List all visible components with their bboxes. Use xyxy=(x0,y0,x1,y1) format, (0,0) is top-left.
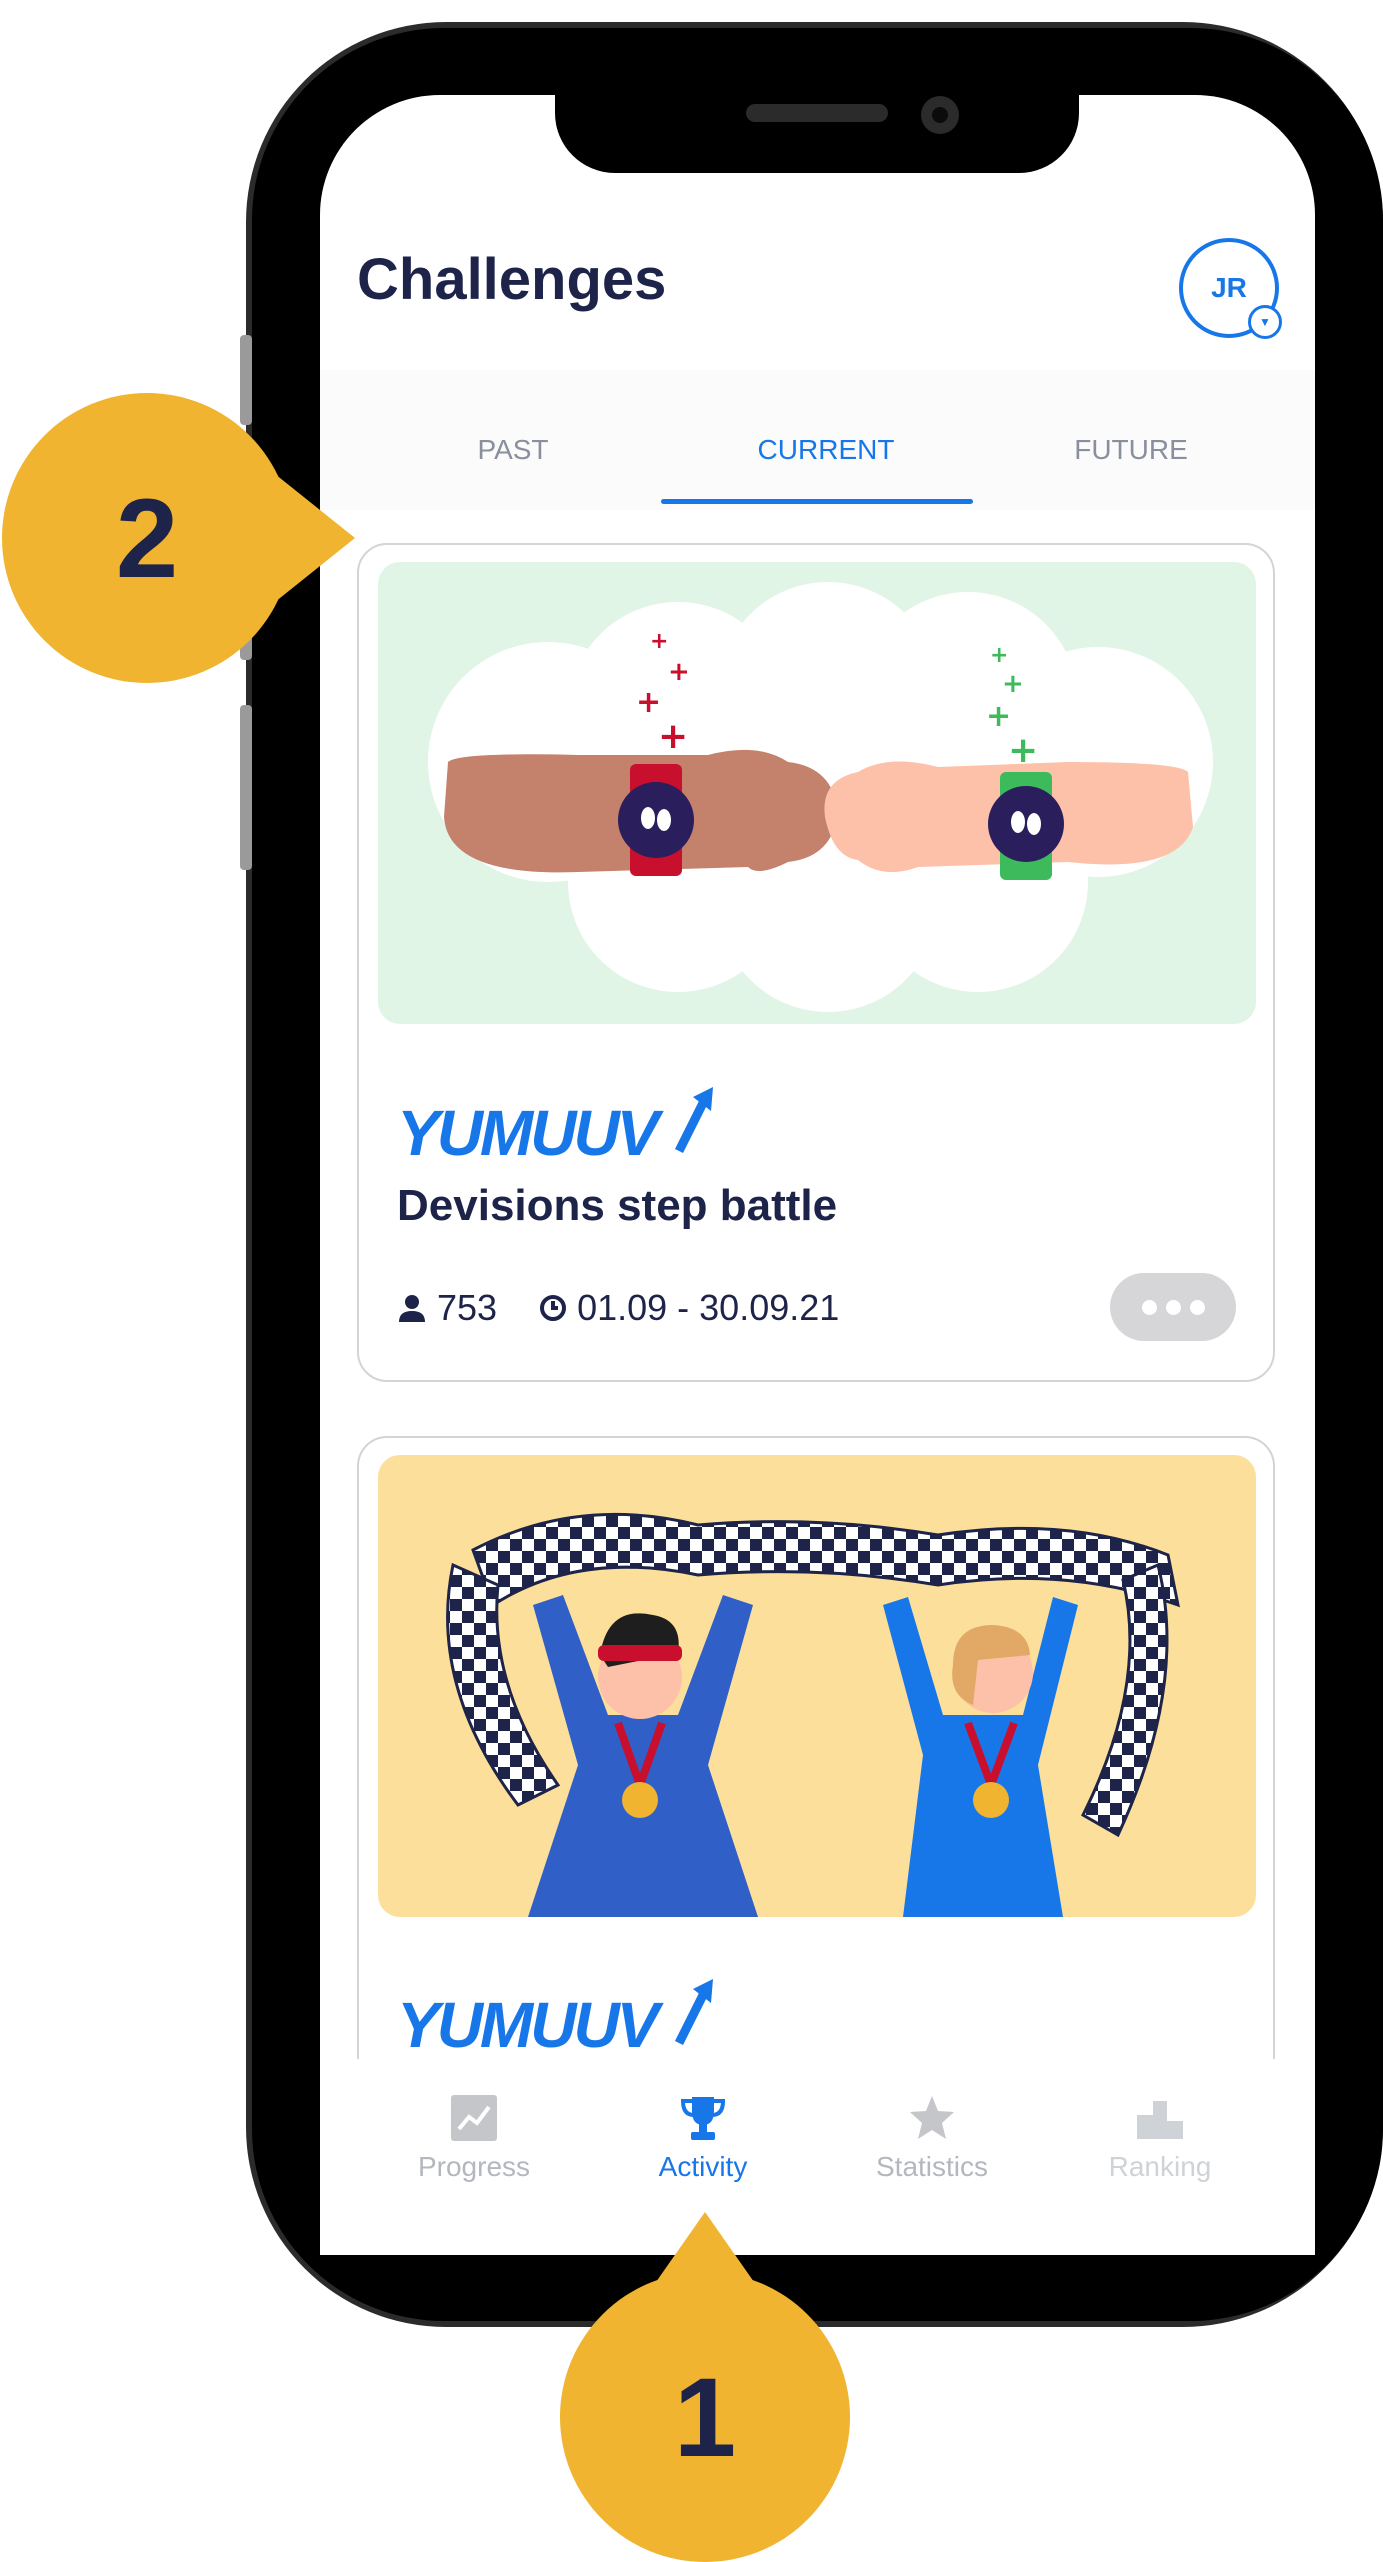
active-tab-indicator xyxy=(661,499,973,504)
brand-name: YUMUUV xyxy=(397,1989,659,2061)
mute-switch xyxy=(240,335,252,425)
callout-number: 2 xyxy=(115,475,179,601)
participants-icon xyxy=(399,1295,425,1322)
trophy-icon xyxy=(680,2097,726,2140)
more-options-button[interactable] xyxy=(1110,1273,1236,1341)
tab-future[interactable]: FUTURE xyxy=(1074,434,1188,466)
logo-arrow-icon xyxy=(675,1979,714,2046)
page-title: Challenges xyxy=(357,247,667,312)
nav-label-statistics: Statistics xyxy=(875,2151,989,2182)
nav-item-activity[interactable]: Activity xyxy=(603,2093,803,2183)
challenge-dates: 01.09 - 30.09.21 xyxy=(577,1287,840,1328)
brand-name: YUMUUV xyxy=(397,1097,659,1169)
participants-count: 753 xyxy=(437,1287,498,1328)
svg-text:+: + xyxy=(668,657,690,687)
speaker xyxy=(746,104,888,122)
nav-item-ranking[interactable]: Ranking xyxy=(1060,2093,1260,2183)
callout-marker: 2 xyxy=(2,393,292,683)
star-icon xyxy=(910,2096,954,2139)
brand-logo: YUMUUV xyxy=(397,1977,721,2062)
tab-current[interactable]: CURRENT xyxy=(758,434,895,466)
volume-down-button xyxy=(240,705,252,870)
chart-icon xyxy=(451,2095,497,2141)
svg-text:+: + xyxy=(990,643,1008,668)
nav-label-ranking: Ranking xyxy=(1108,2151,1212,2182)
callout-number: 1 xyxy=(673,2354,737,2480)
avatar-dropdown-icon[interactable]: ▼ xyxy=(1248,305,1282,339)
svg-text:+: + xyxy=(650,629,668,654)
avatar-initials: JR xyxy=(1211,272,1247,303)
challenge-title: Devisions step battle xyxy=(397,1181,838,1230)
svg-text:+: + xyxy=(1002,669,1024,699)
tab-past[interactable]: PAST xyxy=(477,434,548,466)
nav-label-progress: Progress xyxy=(417,2151,531,2182)
challenge-meta: 753 01.09 - 30.09.21 xyxy=(397,1287,839,1329)
logo-arrow-icon xyxy=(675,1087,714,1154)
brand-logo: YUMUUV xyxy=(397,1085,721,1170)
clock-icon xyxy=(540,1295,567,1321)
winners-illustration xyxy=(378,1455,1256,1917)
svg-text:+: + xyxy=(636,685,661,720)
svg-text:+: + xyxy=(658,716,688,757)
nav-label-activity: Activity xyxy=(658,2151,748,2182)
podium-icon xyxy=(1137,2101,1183,2139)
nav-item-progress[interactable]: Progress xyxy=(374,2093,574,2183)
callout-marker: 1 xyxy=(560,2272,850,2562)
svg-text:+: + xyxy=(1008,730,1038,771)
camera-lens xyxy=(932,107,948,123)
nav-item-statistics[interactable]: Statistics xyxy=(832,2093,1032,2183)
fist-bump-illustration: + + + + + + + + xyxy=(378,562,1256,1024)
svg-text:+: + xyxy=(986,699,1011,734)
